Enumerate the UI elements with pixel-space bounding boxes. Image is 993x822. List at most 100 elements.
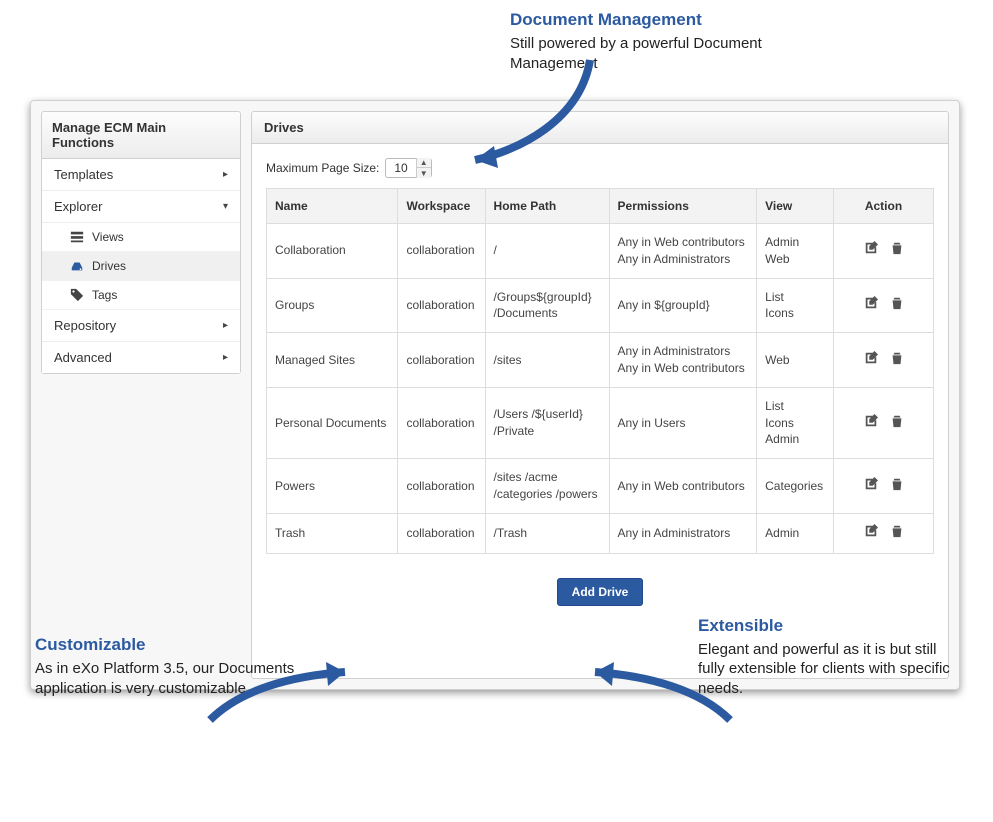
cell-permissions: Any in Web contributors Any in Administr… <box>609 224 757 279</box>
cell-name: Collaboration <box>267 224 398 279</box>
annotation-title: Document Management <box>510 10 770 30</box>
annotation-title: Extensible <box>698 616 958 636</box>
edit-icon[interactable] <box>864 414 878 428</box>
cell-permissions: Any in Administrators <box>609 513 757 553</box>
delete-icon[interactable] <box>890 414 904 428</box>
annotation-text: Still powered by a powerful Document Man… <box>510 34 770 73</box>
cell-action <box>834 278 934 333</box>
edit-icon[interactable] <box>864 524 878 538</box>
cell-workspace: collaboration <box>398 513 485 553</box>
cell-workspace: collaboration <box>398 387 485 458</box>
cell-name: Managed Sites <box>267 333 398 388</box>
edit-icon[interactable] <box>864 296 878 310</box>
stepper-down-icon[interactable]: ▼ <box>417 168 431 178</box>
delete-icon[interactable] <box>890 351 904 365</box>
table-row: Groupscollaboration/Groups${groupId} /Do… <box>267 278 934 333</box>
sidebar-subitem-label: Views <box>92 230 124 244</box>
cell-name: Powers <box>267 459 398 514</box>
tags-icon <box>70 288 84 302</box>
panel-footer: Add Drive <box>266 578 934 606</box>
delete-icon[interactable] <box>890 477 904 491</box>
app-window: Manage ECM Main Functions Templates ▸ Ex… <box>30 100 960 690</box>
cell-workspace: collaboration <box>398 278 485 333</box>
cell-action <box>834 333 934 388</box>
cell-permissions: Any in Web contributors <box>609 459 757 514</box>
cell-name: Groups <box>267 278 398 333</box>
page-size-stepper[interactable]: 10 ▲ ▼ <box>385 158 431 178</box>
annotation-extensible: Extensible Elegant and powerful as it is… <box>698 616 958 699</box>
page-size-value: 10 <box>386 161 415 175</box>
sidebar-subitem-drives[interactable]: Drives <box>42 252 240 281</box>
cell-home: /Users /${userId} /Private <box>485 387 609 458</box>
column-view: View <box>757 189 834 224</box>
column-workspace: Workspace <box>398 189 485 224</box>
sidebar-item-label: Advanced <box>54 350 112 365</box>
table-row: Collaborationcollaboration/Any in Web co… <box>267 224 934 279</box>
cell-name: Personal Documents <box>267 387 398 458</box>
cell-permissions: Any in ${groupId} <box>609 278 757 333</box>
delete-icon[interactable] <box>890 524 904 538</box>
column-name: Name <box>267 189 398 224</box>
cell-action <box>834 513 934 553</box>
table-row: Managed Sitescollaboration/sitesAny in A… <box>267 333 934 388</box>
annotation-title: Customizable <box>35 635 295 655</box>
annotation-text: As in eXo Platform 3.5, our Documents ap… <box>35 659 295 698</box>
cell-action <box>834 459 934 514</box>
sidebar: Manage ECM Main Functions Templates ▸ Ex… <box>41 111 241 374</box>
annotation-customizable: Customizable As in eXo Platform 3.5, our… <box>35 635 295 698</box>
table-row: Personal Documentscollaboration/Users /$… <box>267 387 934 458</box>
annotation-document-management: Document Management Still powered by a p… <box>510 10 770 73</box>
cell-view: Admin <box>757 513 834 553</box>
cell-view: Web <box>757 333 834 388</box>
sidebar-item-label: Repository <box>54 318 116 333</box>
table-row: Trashcollaboration/TrashAny in Administr… <box>267 513 934 553</box>
chevron-right-icon: ▸ <box>223 352 228 363</box>
cell-action <box>834 387 934 458</box>
stepper-up-icon[interactable]: ▲ <box>417 158 431 168</box>
cell-workspace: collaboration <box>398 459 485 514</box>
main-panel: Drives Maximum Page Size: 10 ▲ ▼ Name Wo… <box>251 111 949 679</box>
cell-home: /sites <box>485 333 609 388</box>
cell-view: Categories <box>757 459 834 514</box>
views-icon <box>70 230 84 244</box>
cell-workspace: collaboration <box>398 333 485 388</box>
sidebar-subitem-label: Drives <box>92 259 126 273</box>
cell-view: List Icons Admin <box>757 387 834 458</box>
cell-home: /Trash <box>485 513 609 553</box>
sidebar-title: Manage ECM Main Functions <box>42 112 240 159</box>
sidebar-item-repository[interactable]: Repository ▸ <box>42 310 240 342</box>
sidebar-item-advanced[interactable]: Advanced ▸ <box>42 342 240 373</box>
edit-icon[interactable] <box>864 477 878 491</box>
delete-icon[interactable] <box>890 241 904 255</box>
drives-table: Name Workspace Home Path Permissions Vie… <box>266 188 934 554</box>
cell-view: Admin Web <box>757 224 834 279</box>
sidebar-item-templates[interactable]: Templates ▸ <box>42 159 240 191</box>
cell-view: List Icons <box>757 278 834 333</box>
chevron-right-icon: ▸ <box>223 169 228 180</box>
sidebar-item-label: Explorer <box>54 199 102 214</box>
column-home: Home Path <box>485 189 609 224</box>
edit-icon[interactable] <box>864 241 878 255</box>
delete-icon[interactable] <box>890 296 904 310</box>
add-drive-button[interactable]: Add Drive <box>557 578 644 606</box>
sidebar-subitem-tags[interactable]: Tags <box>42 281 240 310</box>
cell-permissions: Any in Administrators Any in Web contrib… <box>609 333 757 388</box>
page-size-label: Maximum Page Size: <box>266 161 379 175</box>
cell-name: Trash <box>267 513 398 553</box>
sidebar-item-explorer[interactable]: Explorer ▾ <box>42 191 240 223</box>
cell-home: /sites /acme /categories /powers <box>485 459 609 514</box>
toolbar: Maximum Page Size: 10 ▲ ▼ <box>266 158 934 178</box>
chevron-down-icon: ▾ <box>223 201 228 212</box>
panel-title: Drives <box>252 112 948 144</box>
cell-home: /Groups${groupId} /Documents <box>485 278 609 333</box>
edit-icon[interactable] <box>864 351 878 365</box>
annotation-text: Elegant and powerful as it is but still … <box>698 640 958 699</box>
column-action: Action <box>834 189 934 224</box>
cell-home: / <box>485 224 609 279</box>
drives-icon <box>70 259 84 273</box>
sidebar-subitem-views[interactable]: Views <box>42 223 240 252</box>
chevron-right-icon: ▸ <box>223 320 228 331</box>
table-row: Powerscollaboration/sites /acme /categor… <box>267 459 934 514</box>
column-permissions: Permissions <box>609 189 757 224</box>
sidebar-item-label: Templates <box>54 167 113 182</box>
